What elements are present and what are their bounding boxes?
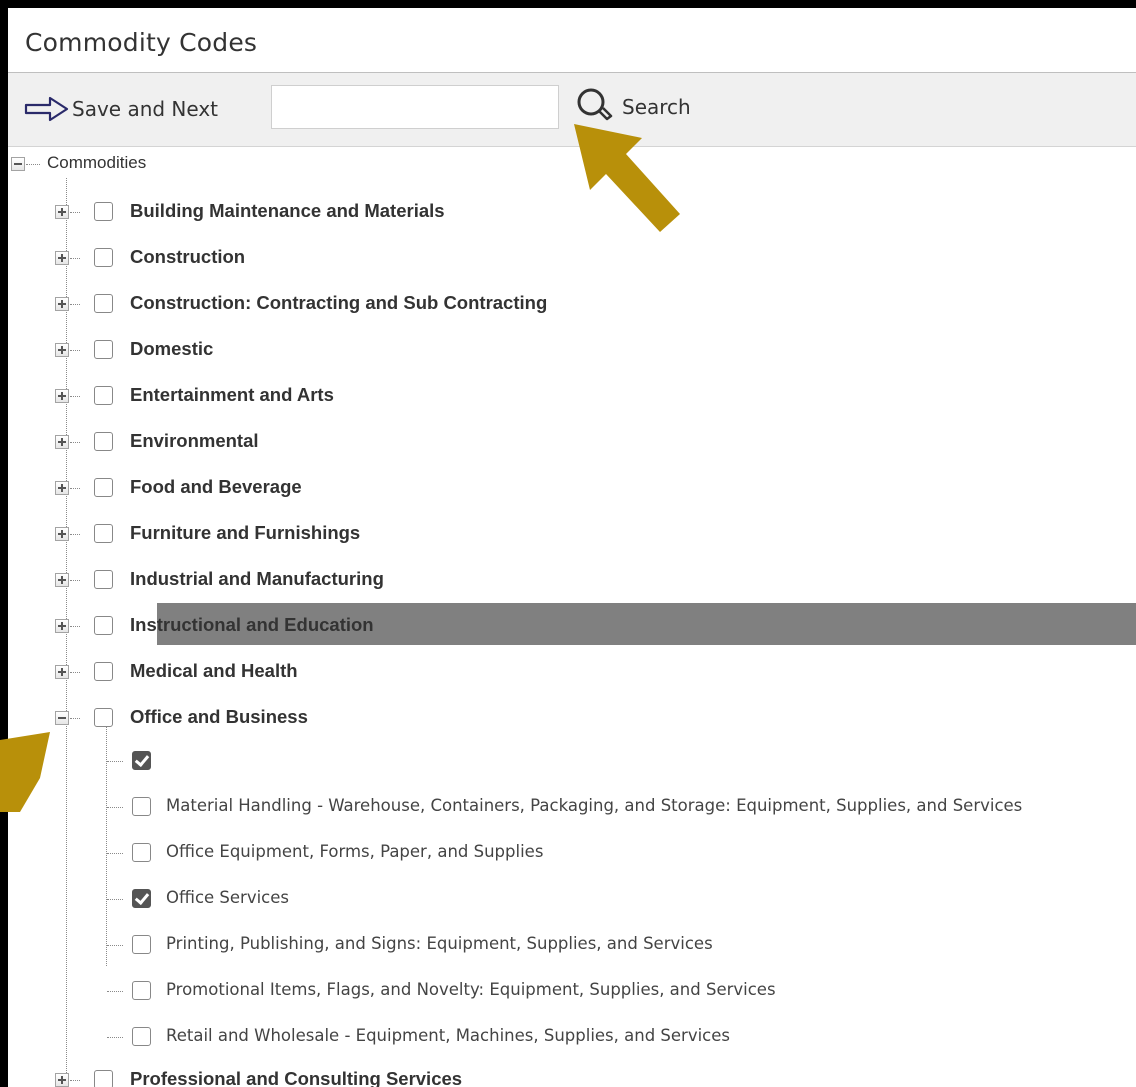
arrow-right-icon [24,96,69,122]
commodity-label[interactable]: Printing, Publishing, and Signs: Equipme… [166,934,713,953]
category-label[interactable]: Food and Beverage [130,476,302,498]
category-checkbox[interactable] [94,524,113,543]
commodity-checkbox[interactable] [132,935,151,954]
collapse-root-icon[interactable] [11,157,25,171]
tree-connector [70,442,80,443]
commodity-label[interactable]: Material Handling - Warehouse, Container… [166,796,1022,815]
category-label[interactable]: Domestic [130,338,213,360]
tree-connector [70,1080,80,1081]
expand-icon[interactable] [55,251,69,265]
tree-connector [70,488,80,489]
tree-connector [107,853,123,854]
save-and-next-button[interactable]: Save and Next [24,91,218,127]
expand-icon[interactable] [55,435,69,449]
category-checkbox[interactable] [94,248,113,267]
expand-icon[interactable] [55,343,69,357]
tree-connector [70,534,80,535]
category-checkbox[interactable] [94,570,113,589]
expand-icon[interactable] [55,573,69,587]
commodity-checkbox[interactable] [132,981,151,1000]
commodity-checkbox[interactable] [132,1027,151,1046]
tree-connector [107,761,123,762]
category-checkbox[interactable] [94,386,113,405]
category-label[interactable]: Office and Business [130,706,308,728]
tree-connector [70,350,80,351]
expand-icon[interactable] [55,481,69,495]
window-title: Commodity Codes [25,28,258,57]
commodity-checkbox[interactable] [132,889,151,908]
search-label: Search [622,95,691,119]
save-and-next-label: Save and Next [72,97,219,121]
tree-connector [107,1037,123,1038]
commodity-checkbox[interactable] [132,797,151,816]
tree-connector [70,396,80,397]
search-input[interactable] [271,85,559,129]
collapse-icon[interactable] [55,711,69,725]
expand-icon[interactable] [55,619,69,633]
category-label[interactable]: Furniture and Furnishings [130,522,360,544]
category-checkbox[interactable] [94,432,113,451]
expand-icon[interactable] [55,389,69,403]
annotation-arrow-search [574,124,680,232]
category-label[interactable]: Industrial and Manufacturing [130,568,384,590]
expand-icon[interactable] [55,205,69,219]
annotation-arrow-office [0,732,50,812]
category-label[interactable]: Construction [130,246,245,268]
category-label[interactable]: Medical and Health [130,660,298,682]
tree-connector [107,899,123,900]
tree-root-label: Commodities [47,153,147,172]
category-checkbox[interactable] [94,340,113,359]
title-bar: Commodity Codes [8,8,1136,73]
commodity-checkbox[interactable] [132,843,151,862]
category-checkbox[interactable] [94,662,113,681]
commodity-label[interactable]: Retail and Wholesale - Equipment, Machin… [166,1026,730,1045]
category-label[interactable]: Entertainment and Arts [130,384,334,406]
commodity-label[interactable]: Office and Business [166,750,328,769]
expand-icon[interactable] [55,665,69,679]
commodity-checkbox[interactable] [132,751,151,770]
category-label[interactable]: Construction: Contracting and Sub Contra… [130,292,547,314]
tree-connector [107,945,123,946]
tree-connector [107,807,123,808]
tree-connector [70,672,80,673]
tree-guide-line [106,726,107,966]
tree-connector [70,212,80,213]
category-label[interactable]: Professional and Consulting Services [130,1068,462,1087]
expand-icon[interactable] [55,297,69,311]
commodity-label[interactable]: Office Equipment, Forms, Paper, and Supp… [166,842,543,861]
tree-connector [107,991,123,992]
commodity-label[interactable]: Office Services [166,888,289,907]
category-label[interactable]: Environmental [130,430,259,452]
category-checkbox[interactable] [94,1070,113,1087]
category-checkbox[interactable] [94,202,113,221]
tree-connector [70,258,80,259]
tree-connector [70,626,80,627]
tree-connector [70,718,80,719]
tree-connector [70,304,80,305]
expand-icon[interactable] [55,527,69,541]
tree-connector [70,580,80,581]
expand-icon[interactable] [55,1073,69,1087]
category-label[interactable]: Building Maintenance and Materials [130,200,445,222]
category-checkbox[interactable] [94,616,113,635]
category-checkbox[interactable] [94,478,113,497]
category-checkbox[interactable] [94,294,113,313]
category-label[interactable]: Instructional and Education [130,614,374,636]
category-checkbox[interactable] [94,708,113,727]
tree-connector [26,164,40,165]
commodity-label[interactable]: Promotional Items, Flags, and Novelty: E… [166,980,776,999]
